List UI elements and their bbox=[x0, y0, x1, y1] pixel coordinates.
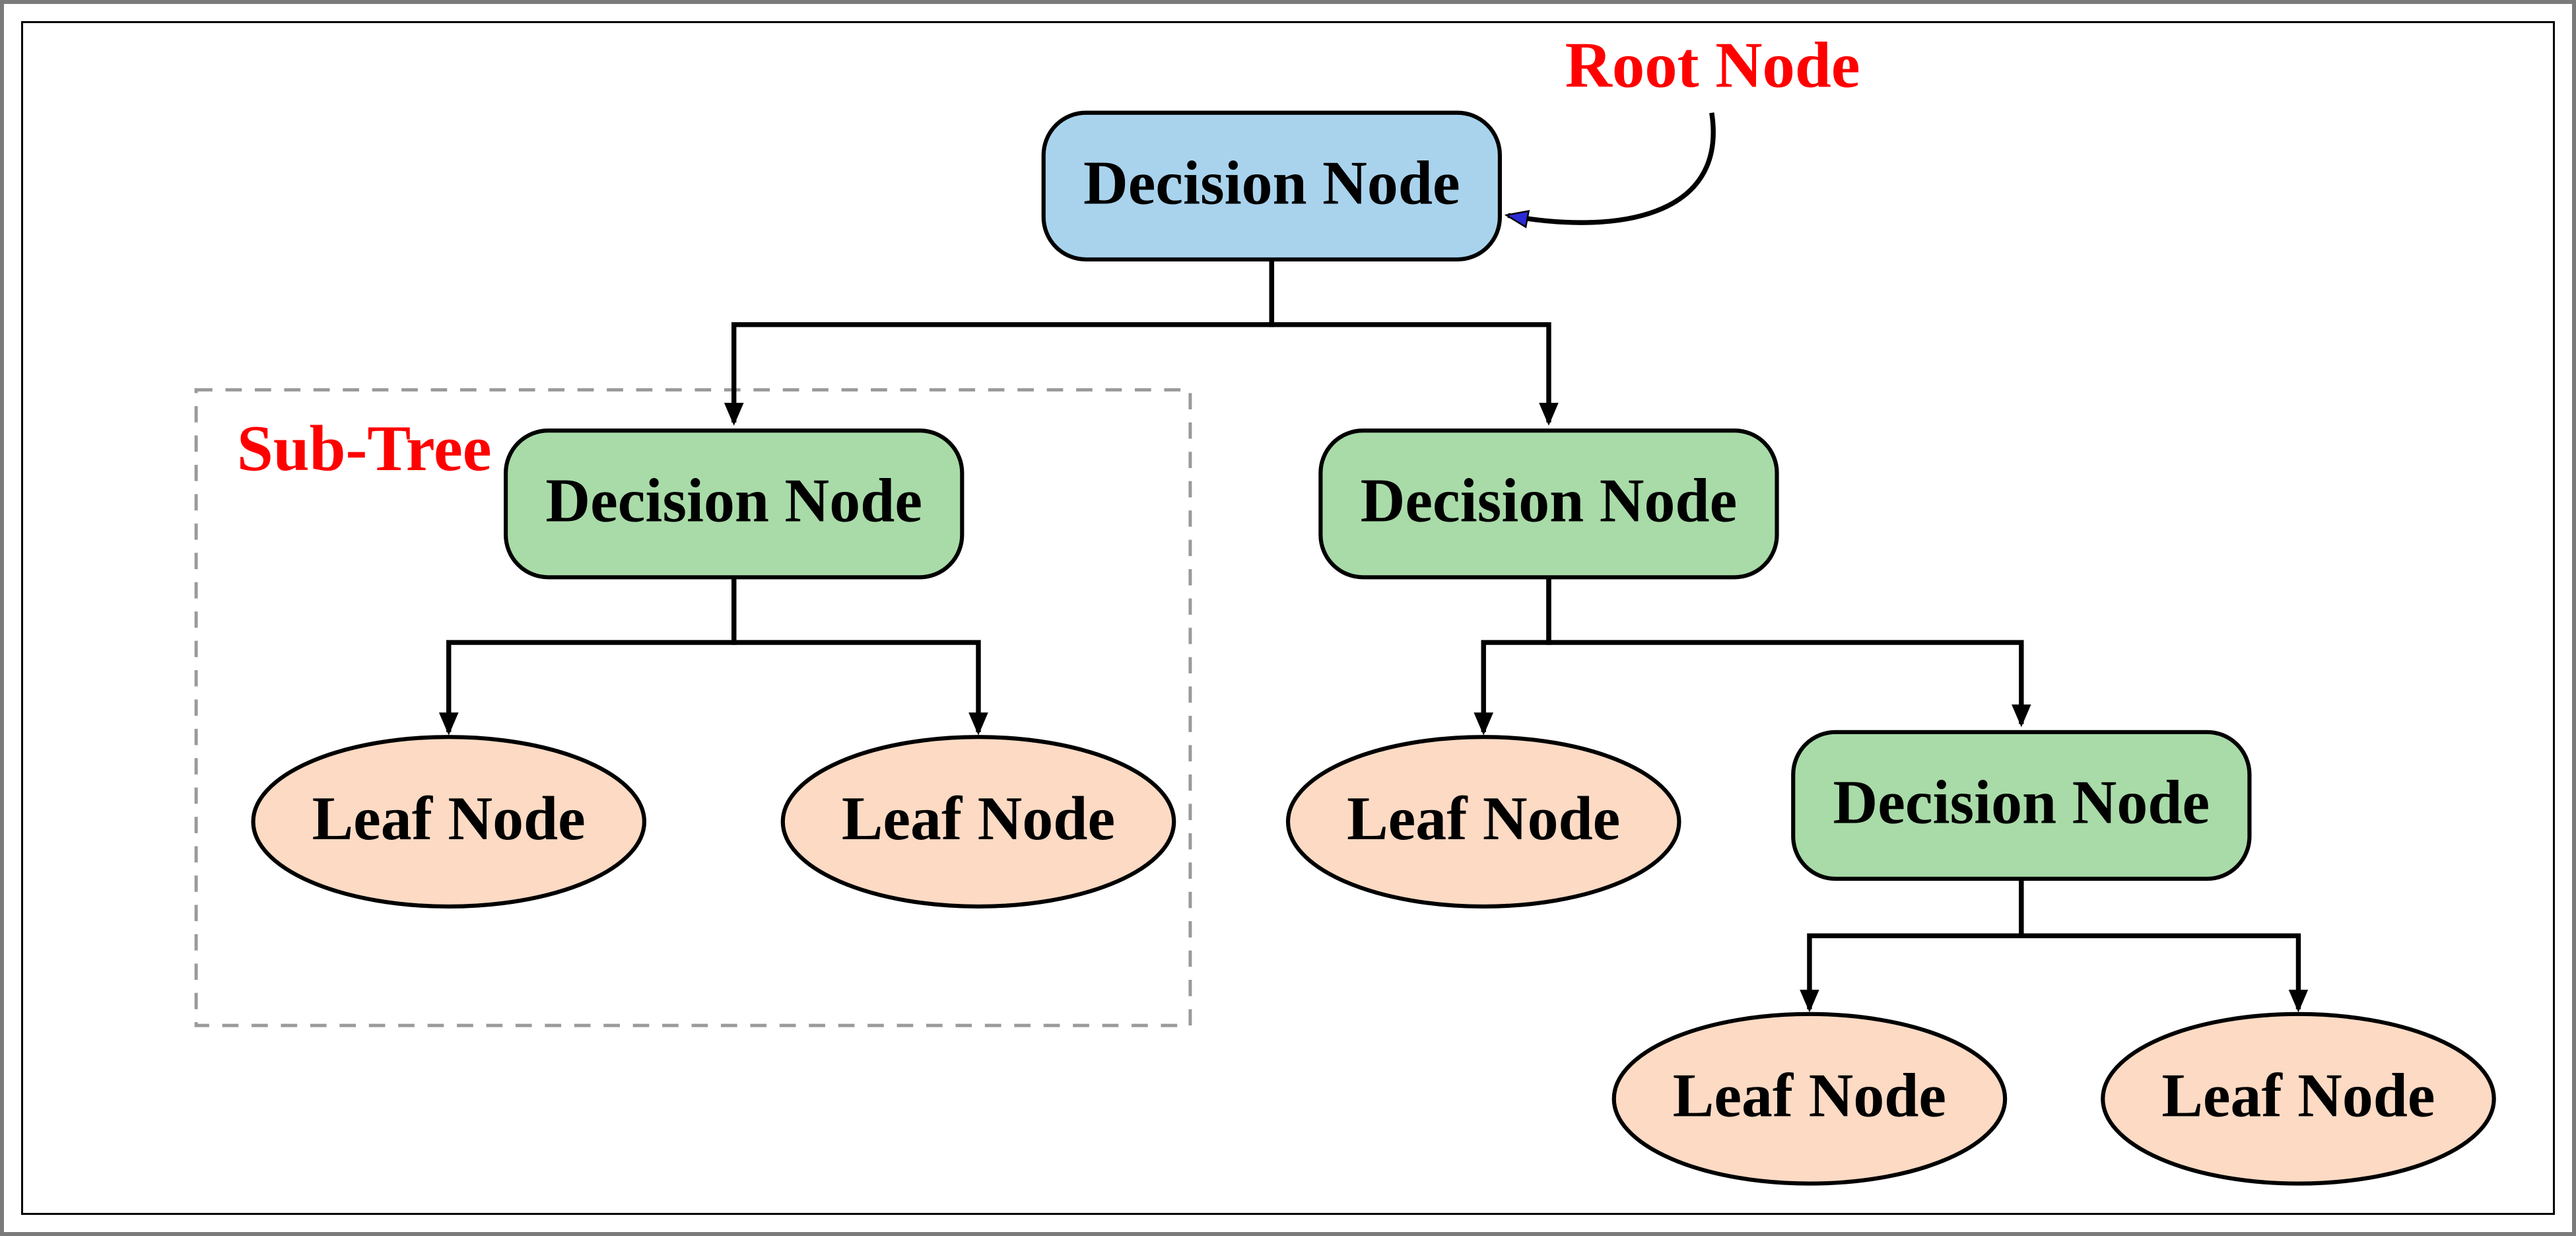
right-decision-label: Decision Node bbox=[1361, 467, 1738, 535]
edge-left-to-ll bbox=[449, 577, 734, 732]
root-annotation-arrow bbox=[1508, 113, 1713, 223]
right-right-decision-label: Decision Node bbox=[1833, 768, 2210, 837]
inner-frame: Sub-Tree Root Node Decision Node Decisio… bbox=[21, 21, 2555, 1215]
leaf-label-rl: Leaf Node bbox=[1347, 784, 1620, 853]
edge-left-to-lr bbox=[734, 577, 978, 732]
edge-right-to-rl bbox=[1483, 577, 1549, 732]
edge-root-right bbox=[1271, 259, 1549, 423]
edge-rr-to-rrr bbox=[2021, 879, 2299, 1009]
root-annotation-label: Root Node bbox=[1565, 30, 1860, 102]
root-decision-label: Decision Node bbox=[1083, 149, 1460, 217]
leaf-label-rrl: Leaf Node bbox=[1673, 1062, 1946, 1130]
edge-rr-to-rrl bbox=[1810, 879, 2021, 1009]
left-decision-label: Decision Node bbox=[545, 467, 922, 535]
leaf-label-lr: Leaf Node bbox=[842, 784, 1115, 853]
leaf-label-ll: Leaf Node bbox=[312, 784, 586, 853]
leaf-label-rrr: Leaf Node bbox=[2161, 1062, 2435, 1130]
outer-frame: Sub-Tree Root Node Decision Node Decisio… bbox=[0, 0, 2576, 1236]
edge-right-to-rr bbox=[1549, 577, 2021, 724]
decision-tree-diagram: Sub-Tree Root Node Decision Node Decisio… bbox=[23, 23, 2553, 1213]
subtree-label: Sub-Tree bbox=[237, 413, 492, 485]
